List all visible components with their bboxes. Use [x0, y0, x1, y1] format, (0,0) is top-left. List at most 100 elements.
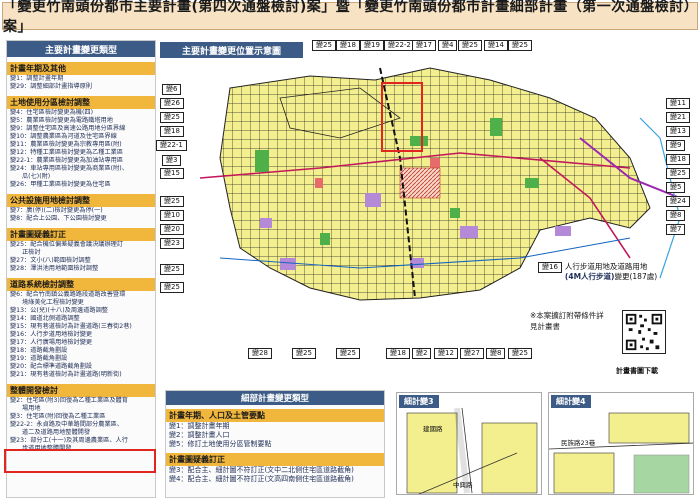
list-item: 變20：配合標準道路截角劃設: [10, 363, 93, 370]
park-block: [450, 208, 460, 218]
list-item: 變5：農業區檢討變更為電路鐵塔用地: [10, 117, 113, 124]
change-label-13[interactable]: 變13: [666, 126, 690, 137]
change-label-5[interactable]: 變5: [666, 182, 686, 193]
title-text: 「變更竹南頭份都市主要計畫(第四次通盤檢討)案」暨「變更竹南頭份都市計畫細部計畫…: [3, 0, 692, 35]
change-label-20[interactable]: 變20: [160, 224, 184, 235]
change-label-25[interactable]: 變25: [508, 348, 532, 359]
change-label-25[interactable]: 變25: [292, 348, 316, 359]
list-item: 道二及道路用地整體開發: [22, 429, 91, 436]
list-item: 變17：人行廣場用地檢討變更: [10, 339, 93, 346]
change-label-17[interactable]: 變17: [412, 40, 436, 51]
legend-text: 人行步道用地及道路用地 (4M人行步道)變更(187處): [565, 262, 657, 282]
category-plan-period: 計畫年期及其他 變1：調整計畫年期 變29：調整細部計畫指導原則: [7, 62, 155, 91]
change-label-25[interactable]: 變25: [508, 40, 532, 51]
list-item: 正檢討: [22, 249, 41, 256]
change-label-18[interactable]: 變18: [160, 126, 184, 137]
list-item: 變25：配合機位偏差疑義會議決議辦理訂: [10, 241, 124, 248]
list-item: 變29：調整細部計畫指導原則: [10, 83, 93, 90]
road-label: 建國路: [423, 425, 443, 433]
change-label-25[interactable]: 變25: [336, 348, 360, 359]
change-label-6[interactable]: 變6: [162, 84, 182, 95]
change-label-3[interactable]: 變3: [162, 155, 182, 166]
change-label-4[interactable]: 變4: [438, 40, 458, 51]
park-block: [320, 233, 330, 245]
change-label-8[interactable]: 變8: [486, 348, 506, 359]
industrial-block: [555, 226, 571, 236]
change-location-map[interactable]: [160, 58, 690, 382]
list-item: 變12：特種工業區檢討變更為乙種工業區: [10, 149, 124, 156]
category-public-facilities: 公共設施用地檢討調整 變7：廣(停)(二)檢討變更為停(一) 變8：配合上公園、…: [7, 194, 155, 223]
list-item: 境綠美化工程檢討變更: [22, 299, 84, 306]
change-label-18[interactable]: 變18: [666, 154, 690, 165]
list-item: 變11：農業區檢討變更為宗教專用區(附): [10, 141, 122, 148]
change-label-26[interactable]: 變26: [160, 98, 184, 109]
list-item: 變1：調整計畫年期: [169, 422, 230, 430]
list-item: 變8：配合上公園、下公園檢討變更: [10, 215, 107, 222]
change-label-11[interactable]: 變11: [666, 98, 690, 109]
industrial-block: [280, 258, 296, 270]
map-title: 主要計畫變更位置示意圖: [160, 42, 303, 58]
change-label-21[interactable]: 變21: [666, 112, 690, 123]
change-label-12[interactable]: 變12: [434, 348, 458, 359]
list-item: 變28：澤洪池用地範圍檢討調整: [10, 265, 99, 272]
change-label-16[interactable]: 變16: [538, 262, 562, 273]
change-label-25[interactable]: 變25: [160, 264, 184, 275]
list-item: 變24：車站專用區檢討變更為商業區(附)、: [10, 165, 128, 172]
change-label-10[interactable]: 變10: [160, 210, 184, 221]
change-label-25[interactable]: 變25: [160, 196, 184, 207]
change-label-24[interactable]: 變24: [666, 196, 690, 207]
change-label-19[interactable]: 變19: [360, 40, 384, 51]
change-label-18[interactable]: 變18: [386, 348, 410, 359]
park-block: [525, 178, 539, 188]
legend-line: 人行步道用地及道路用地: [564, 262, 648, 271]
park-block: [410, 136, 428, 146]
industrial-block: [260, 218, 272, 228]
category-land-use: 土地使用分區檢討調整 變4：住宅區檢討變更為機(四) 變5：農業區檢討變更為電路…: [7, 96, 155, 189]
change-label-22-2[interactable]: 變22-2: [384, 40, 415, 51]
list-item: 變18：道路截角劃設: [10, 347, 68, 354]
change-label-23[interactable]: 變23: [160, 238, 184, 249]
change-label-22-1[interactable]: 變22-1: [156, 140, 187, 151]
change-label-7[interactable]: 變7: [666, 224, 686, 235]
list-item: 變13：公(兒)(十八)及周邊道路調整: [10, 307, 108, 314]
change-label-2[interactable]: 變2: [412, 348, 432, 359]
legend-highlight: (4M人行步道): [564, 272, 615, 281]
road-label: 民族路23巷: [561, 439, 596, 447]
detail-map-3[interactable]: 細計變3 建國路 中興路: [396, 392, 542, 495]
legend-line: (4M人行步道)變更(187處): [565, 272, 657, 282]
change-label-27[interactable]: 變27: [460, 348, 484, 359]
list-item: 變19：道路截角劃設: [10, 355, 68, 362]
change-label-8[interactable]: 變8: [666, 210, 686, 221]
park-block: [255, 150, 269, 172]
list-item: 瓜(七)(附): [22, 173, 51, 180]
list-item: 變15：現有巷道檢討為計畫道路(三春街2巷): [10, 323, 132, 330]
list-item: 變22-1：農業區檢討變更為加油站專用區: [10, 157, 124, 164]
category-title: 計畫圖疑義訂正: [7, 228, 155, 241]
industrial-block: [365, 193, 381, 207]
change-label-25[interactable]: 變25: [666, 168, 690, 179]
change-label-14[interactable]: 變14: [484, 40, 508, 51]
list-item: 變4：配合主、細計圖不符訂正(文高四南側住宅區道路截角): [169, 475, 354, 483]
industrial-block: [460, 226, 478, 238]
category-title: 道路系統檢討調整: [7, 278, 155, 291]
category-title: 計畫年期、人口及土管要點: [166, 409, 384, 422]
change-label-25[interactable]: 變25: [458, 40, 482, 51]
change-label-15[interactable]: 變15: [160, 168, 184, 179]
hatched-zone: [399, 167, 441, 199]
change-label-25[interactable]: 變25: [312, 40, 336, 51]
qr-code-icon[interactable]: [622, 310, 666, 354]
list-item: 變5：修訂土地使用分區管制要點: [169, 440, 272, 448]
qr-caption: 計畫書圖下載: [616, 367, 658, 375]
list-item: 變14：國道北側道路調整: [10, 315, 80, 322]
category-title: 計畫年期及其他: [7, 62, 155, 75]
change-label-28[interactable]: 變28: [248, 348, 272, 359]
detail-map-4[interactable]: 細計變4 民族路23巷: [548, 392, 694, 495]
list-item: 變1：調整計畫年期: [10, 75, 64, 82]
commercial-block: [315, 178, 323, 188]
change-label-25[interactable]: 變25: [160, 112, 184, 123]
list-item: 變10：調整農業區為河道及住宅區界線: [10, 133, 117, 140]
plan-note: ※本案擴訂附帶條件詳見計畫書: [530, 311, 604, 331]
change-label-25[interactable]: 變25: [160, 282, 184, 293]
change-label-9[interactable]: 變9: [666, 140, 686, 151]
change-label-18[interactable]: 變18: [336, 40, 360, 51]
